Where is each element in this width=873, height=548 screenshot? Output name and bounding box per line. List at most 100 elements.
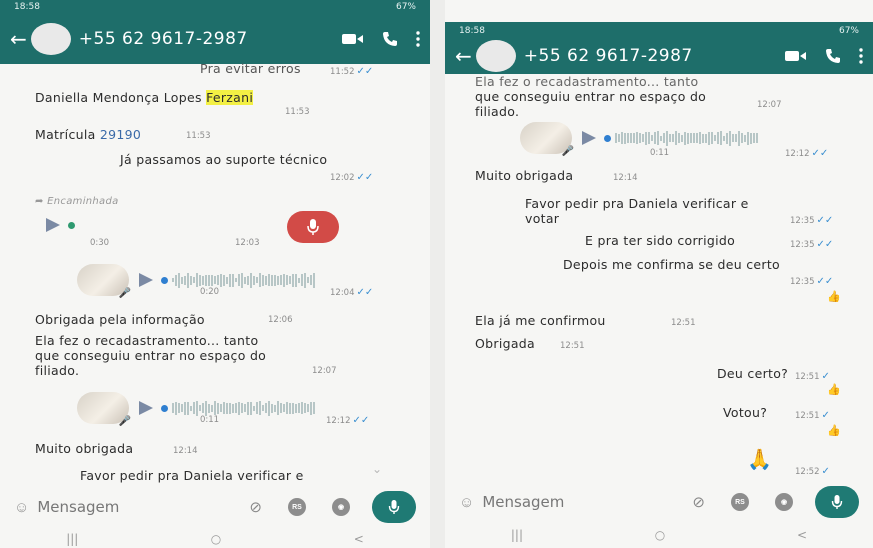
play-icon[interactable]: [46, 218, 60, 232]
message-time: 12:51 ✓: [795, 371, 830, 382]
mic-icon: [388, 500, 400, 514]
attach-icon[interactable]: ⊘: [692, 493, 705, 511]
waveform-bar: [217, 275, 219, 285]
recent-apps-button[interactable]: |||: [511, 528, 523, 542]
phone-icon[interactable]: [825, 48, 841, 64]
status-time: 18:58: [14, 2, 40, 12]
waveform-bar: [744, 134, 746, 142]
waveform-bar: [196, 400, 198, 416]
avatar[interactable]: [475, 40, 516, 72]
chat-header: ← +55 62 9617-2987: [445, 38, 873, 74]
message-obrigada: Obrigada: [475, 336, 535, 351]
forward-icon: ➦: [35, 196, 48, 207]
emoji-icon[interactable]: ☺: [459, 494, 474, 511]
voice-send-button[interactable]: [372, 491, 416, 523]
waveform-bar: [624, 132, 626, 144]
phone-icon[interactable]: [382, 31, 398, 47]
home-button[interactable]: ○: [655, 528, 665, 542]
back-button[interactable]: <: [354, 532, 364, 546]
waveform-bar: [750, 132, 752, 144]
registration-number[interactable]: 29190: [100, 127, 141, 142]
waveform-bar: [226, 402, 228, 414]
voice-message[interactable]: [40, 218, 75, 232]
progress-dot[interactable]: [68, 221, 75, 229]
back-arrow-icon[interactable]: ←: [10, 27, 27, 51]
waveform-bar: [747, 131, 749, 145]
waveform-bar: [283, 404, 285, 412]
waveform-bar: [283, 273, 285, 287]
waveform-bar: [259, 273, 261, 287]
waveform[interactable]: [615, 130, 758, 146]
waveform-bar: [310, 275, 312, 285]
play-icon[interactable]: [582, 131, 596, 145]
voice-message[interactable]: 🎤: [77, 392, 315, 427]
waveform-bar: [313, 402, 315, 414]
read-ticks-icon: ✓✓: [352, 415, 370, 426]
waveform-bar: [238, 274, 240, 286]
contact-name[interactable]: +55 62 9617-2987: [79, 29, 324, 49]
contact-name[interactable]: +55 62 9617-2987: [524, 46, 767, 66]
play-icon[interactable]: [139, 273, 153, 287]
message-support: Já passamos ao suporte técnico: [120, 152, 327, 167]
waveform-bar: [172, 403, 174, 413]
record-voice-button[interactable]: [287, 211, 339, 243]
highlighted-surname: Ferzani: [206, 90, 254, 105]
camera-icon[interactable]: ◉: [332, 498, 350, 516]
waveform[interactable]: [172, 400, 315, 416]
message-input[interactable]: ☺ Mensagem: [14, 498, 229, 516]
waveform-bar: [238, 401, 240, 415]
message-time: 12:51 ✓: [795, 410, 830, 421]
voice-send-button[interactable]: [815, 486, 859, 518]
message-thanks: Muito obrigada: [35, 441, 133, 456]
back-arrow-icon[interactable]: ←: [455, 44, 472, 68]
waveform-bar: [630, 133, 632, 143]
voice-message[interactable]: 🎤: [520, 122, 758, 157]
waveform-bar: [304, 272, 306, 288]
message-name: Daniella Mendonça Lopes Ferzani: [35, 90, 254, 105]
more-options-icon[interactable]: [416, 31, 420, 47]
play-icon[interactable]: [139, 401, 153, 415]
waveform-bar: [220, 273, 222, 287]
rs-icon[interactable]: RS: [288, 498, 306, 516]
waveform-bar: [241, 403, 243, 413]
camera-icon[interactable]: ◉: [775, 493, 793, 511]
recent-apps-button[interactable]: |||: [66, 532, 78, 546]
avatar[interactable]: [30, 23, 71, 55]
waveform-bar: [672, 134, 674, 142]
waveform-bar: [666, 130, 668, 146]
progress-dot[interactable]: [161, 276, 168, 284]
rs-icon[interactable]: RS: [731, 493, 749, 511]
video-call-icon[interactable]: [785, 49, 807, 63]
more-options-icon[interactable]: [859, 48, 863, 64]
message-input[interactable]: ☺ Mensagem: [459, 493, 672, 511]
waveform-bar: [184, 401, 186, 415]
left-chat-screenshot: 18:58 67% ← +55 62 9617-2987 Pra evitar …: [0, 0, 430, 548]
emoji-icon[interactable]: ☺: [14, 499, 29, 516]
read-ticks-icon: ✓✓: [816, 276, 834, 287]
home-button[interactable]: ○: [211, 532, 221, 546]
message-voted: Votou?: [723, 405, 767, 420]
chevron-down-icon[interactable]: ⌄: [372, 462, 382, 476]
message-line: filiado.: [475, 104, 520, 119]
voice-message[interactable]: 🎤: [77, 264, 315, 299]
waveform-bar: [702, 133, 704, 143]
video-call-icon[interactable]: [342, 32, 364, 46]
back-button[interactable]: <: [797, 528, 807, 542]
waveform-bar: [687, 132, 689, 144]
waveform-bar: [741, 133, 743, 143]
waveform-bar: [729, 130, 731, 146]
waveform-bar: [223, 402, 225, 414]
waveform-bar: [717, 132, 719, 144]
progress-dot[interactable]: [604, 134, 611, 142]
waveform-bar: [202, 403, 204, 413]
waveform-bar: [286, 402, 288, 414]
read-ticks-icon: ✓✓: [356, 66, 374, 77]
waveform-bar: [268, 400, 270, 416]
waveform-bar: [241, 272, 243, 288]
attach-icon[interactable]: ⊘: [249, 498, 262, 516]
waveform[interactable]: [172, 272, 315, 288]
progress-dot[interactable]: [161, 404, 168, 412]
avatar: 🎤: [520, 122, 574, 157]
waveform-bar: [193, 277, 195, 283]
read-ticks-icon: ✓✓: [811, 148, 829, 159]
